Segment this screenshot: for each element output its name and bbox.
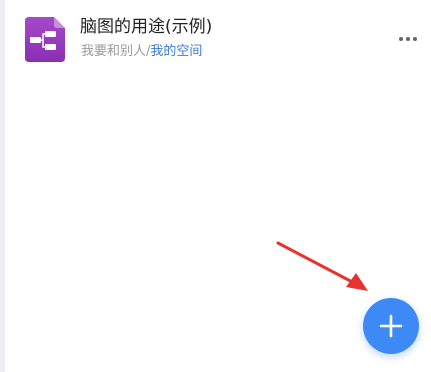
more-options-button[interactable] bbox=[395, 26, 421, 52]
my-space-link[interactable]: 我的空间 bbox=[150, 44, 202, 59]
file-location: 我要和别人/我的空间 bbox=[81, 43, 202, 61]
more-dots-icon bbox=[399, 37, 417, 41]
plus-icon bbox=[379, 314, 403, 338]
file-list-item[interactable]: 脑图的用途(示例) 我要和别人/我的空间 bbox=[5, 0, 431, 76]
file-owner-label: 我要和别人 bbox=[81, 44, 147, 59]
mindmap-file-icon bbox=[25, 17, 65, 62]
annotation-arrow bbox=[276, 241, 368, 291]
add-button[interactable] bbox=[363, 298, 419, 354]
file-title: 脑图的用途(示例) bbox=[80, 17, 213, 37]
file-list-screen: 脑图的用途(示例) 我要和别人/我的空间 bbox=[0, 0, 431, 372]
